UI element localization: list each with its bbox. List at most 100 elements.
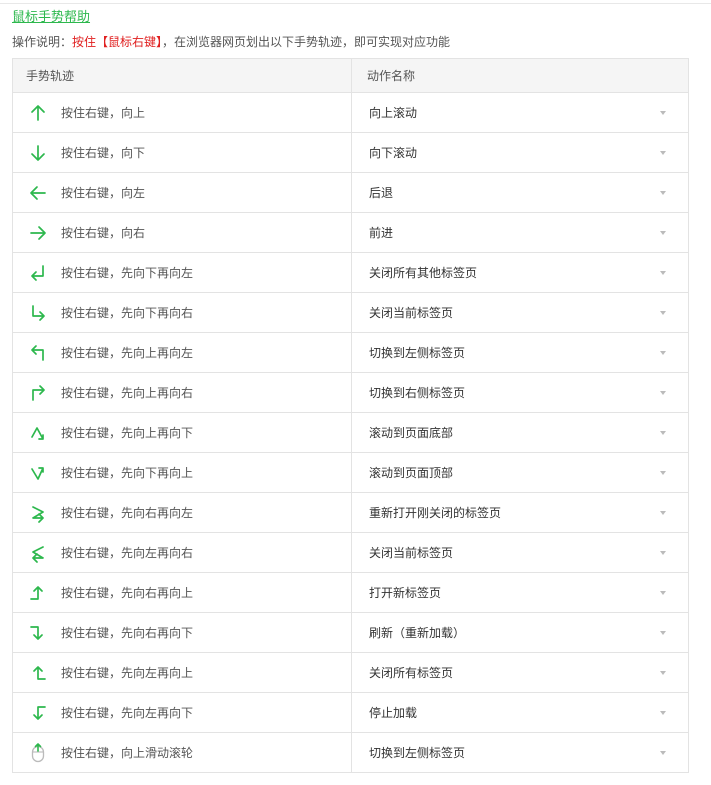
up-then-right-icon <box>28 383 48 403</box>
action-name: 滚动到页面顶部 <box>369 466 454 480</box>
gesture-label: 按住右键，先向上再向右 <box>61 386 194 400</box>
mouse-gesture-help-link[interactable]: 鼠标手势帮助 <box>12 6 90 25</box>
gesture-cell: 按住右键，向上滑动滚轮 <box>13 733 352 772</box>
action-select[interactable]: 重新打开刚关闭的标签页 <box>352 493 688 532</box>
arrow-up-icon <box>28 103 48 123</box>
action-select[interactable]: 切换到右侧标签页 <box>352 373 688 412</box>
chevron-down-icon <box>660 590 666 595</box>
action-select[interactable]: 刷新（重新加载） <box>352 613 688 652</box>
action-name: 关闭当前标签页 <box>369 546 454 560</box>
gesture-cell: 按住右键，先向下再向左 <box>13 253 352 292</box>
gesture-label: 按住右键，向下 <box>61 146 146 160</box>
gesture-cell: 按住右键，向上 <box>13 93 352 132</box>
action-name: 打开新标签页 <box>369 586 442 600</box>
gesture-label: 按住右键，先向右再向下 <box>61 626 194 640</box>
chevron-down-icon <box>660 430 666 435</box>
chevron-down-icon <box>660 270 666 275</box>
arrow-right-icon <box>28 223 48 243</box>
action-select[interactable]: 停止加载 <box>352 693 688 732</box>
action-select[interactable]: 滚动到页面顶部 <box>352 453 688 492</box>
gesture-label: 按住右键，向右 <box>61 226 146 240</box>
gesture-cell: 按住右键，先向下再向上 <box>13 453 352 492</box>
action-select[interactable]: 切换到左侧标签页 <box>352 733 688 772</box>
chevron-down-icon <box>660 390 666 395</box>
gesture-label: 按住右键，先向下再向左 <box>61 266 194 280</box>
action-select[interactable]: 滚动到页面底部 <box>352 413 688 452</box>
action-select[interactable]: 关闭所有其他标签页 <box>352 253 688 292</box>
table-row: 按住右键，先向下再向上 滚动到页面顶部 <box>13 453 688 493</box>
action-name: 关闭所有标签页 <box>369 666 454 680</box>
action-select[interactable]: 关闭当前标签页 <box>352 533 688 572</box>
chevron-down-icon <box>660 750 666 755</box>
gesture-label: 按住右键，先向上再向左 <box>61 346 194 360</box>
chevron-down-icon <box>660 510 666 515</box>
table-row: 按住右键，先向右再向下 刷新（重新加载） <box>13 613 688 653</box>
action-name: 切换到右侧标签页 <box>369 386 466 400</box>
left-then-up-icon <box>28 663 48 683</box>
action-select[interactable]: 切换到左侧标签页 <box>352 333 688 372</box>
gesture-label: 按住右键，先向左再向下 <box>61 706 194 720</box>
right-then-left-icon <box>28 503 48 523</box>
gesture-cell: 按住右键，向右 <box>13 213 352 252</box>
chevron-down-icon <box>660 350 666 355</box>
action-select[interactable]: 向下滚动 <box>352 133 688 172</box>
up-then-down-icon <box>28 423 48 443</box>
action-select[interactable]: 后退 <box>352 173 688 212</box>
action-select[interactable]: 前进 <box>352 213 688 252</box>
gesture-table: 手势轨迹 动作名称 按住右键，向上 向上滚动按住右键，向下 向下滚动 按住右键，向左 后… <box>12 58 689 773</box>
column-header-gesture: 手势轨迹 <box>13 59 352 92</box>
action-select[interactable]: 向上滚动 <box>352 93 688 132</box>
arrow-down-icon <box>28 143 48 163</box>
table-row: 按住右键，先向左再向右 关闭当前标签页 <box>13 533 688 573</box>
table-header: 手势轨迹 动作名称 <box>13 59 688 93</box>
gesture-cell: 按住右键，先向上再向下 <box>13 413 352 452</box>
gesture-cell: 按住右键，先向右再向左 <box>13 493 352 532</box>
gesture-label: 按住右键，先向右再向左 <box>61 506 194 520</box>
table-row: 按住右键，先向右再向左 重新打开刚关闭的标签页 <box>13 493 688 533</box>
table-row: 按住右键，先向上再向右 切换到右侧标签页 <box>13 373 688 413</box>
action-name: 滚动到页面底部 <box>369 426 454 440</box>
table-row: 按住右键，先向左再向上 关闭所有标签页 <box>13 653 688 693</box>
action-name: 重新打开刚关闭的标签页 <box>369 506 502 520</box>
chevron-down-icon <box>660 470 666 475</box>
down-then-up-icon <box>28 463 48 483</box>
action-name: 前进 <box>369 226 394 240</box>
chevron-down-icon <box>660 670 666 675</box>
up-then-left-icon <box>28 343 48 363</box>
left-then-down-icon <box>28 703 48 723</box>
chevron-down-icon <box>660 310 666 315</box>
table-row: 按住右键，向左 后退 <box>13 173 688 213</box>
instructions-highlight: 按住【鼠标右键】 <box>72 35 163 49</box>
gesture-cell: 按住右键，先向上再向左 <box>13 333 352 372</box>
action-select[interactable]: 关闭当前标签页 <box>352 293 688 332</box>
table-row: 按住右键，向上滑动滚轮 切换到左侧标签页 <box>13 733 688 773</box>
gesture-label: 按住右键，先向下再向右 <box>61 306 194 320</box>
gesture-cell: 按住右键，先向左再向下 <box>13 693 352 732</box>
action-name: 刷新（重新加载） <box>369 626 466 640</box>
table-row: 按住右键，先向上再向下 滚动到页面底部 <box>13 413 688 453</box>
action-select[interactable]: 打开新标签页 <box>352 573 688 612</box>
table-row: 按住右键，先向右再向上 打开新标签页 <box>13 573 688 613</box>
gesture-cell: 按住右键，先向上再向右 <box>13 373 352 412</box>
gesture-label: 按住右键，先向右再向上 <box>61 586 194 600</box>
right-then-up-icon <box>28 583 48 603</box>
gesture-label: 按住右键，先向下再向上 <box>61 466 194 480</box>
chevron-down-icon <box>660 190 666 195</box>
gesture-label: 按住右键，向上滑动滚轮 <box>61 746 194 760</box>
instructions-prefix: 操作说明： <box>12 35 73 49</box>
table-row: 按住右键，先向左再向下 停止加载 <box>13 693 688 733</box>
action-name: 关闭当前标签页 <box>369 306 454 320</box>
table-row: 按住右键，向右 前进 <box>13 213 688 253</box>
action-select[interactable]: 关闭所有标签页 <box>352 653 688 692</box>
gesture-cell: 按住右键，先向右再向下 <box>13 613 352 652</box>
gesture-label: 按住右键，先向上再向下 <box>61 426 194 440</box>
chevron-down-icon <box>660 630 666 635</box>
arrow-left-icon <box>28 183 48 203</box>
action-name: 停止加载 <box>369 706 418 720</box>
action-name: 切换到左侧标签页 <box>369 746 466 760</box>
gesture-cell: 按住右键，向左 <box>13 173 352 212</box>
table-row: 按住右键，先向上再向左 切换到左侧标签页 <box>13 333 688 373</box>
down-then-right-icon <box>28 303 48 323</box>
chevron-down-icon <box>660 230 666 235</box>
chevron-down-icon <box>660 710 666 715</box>
